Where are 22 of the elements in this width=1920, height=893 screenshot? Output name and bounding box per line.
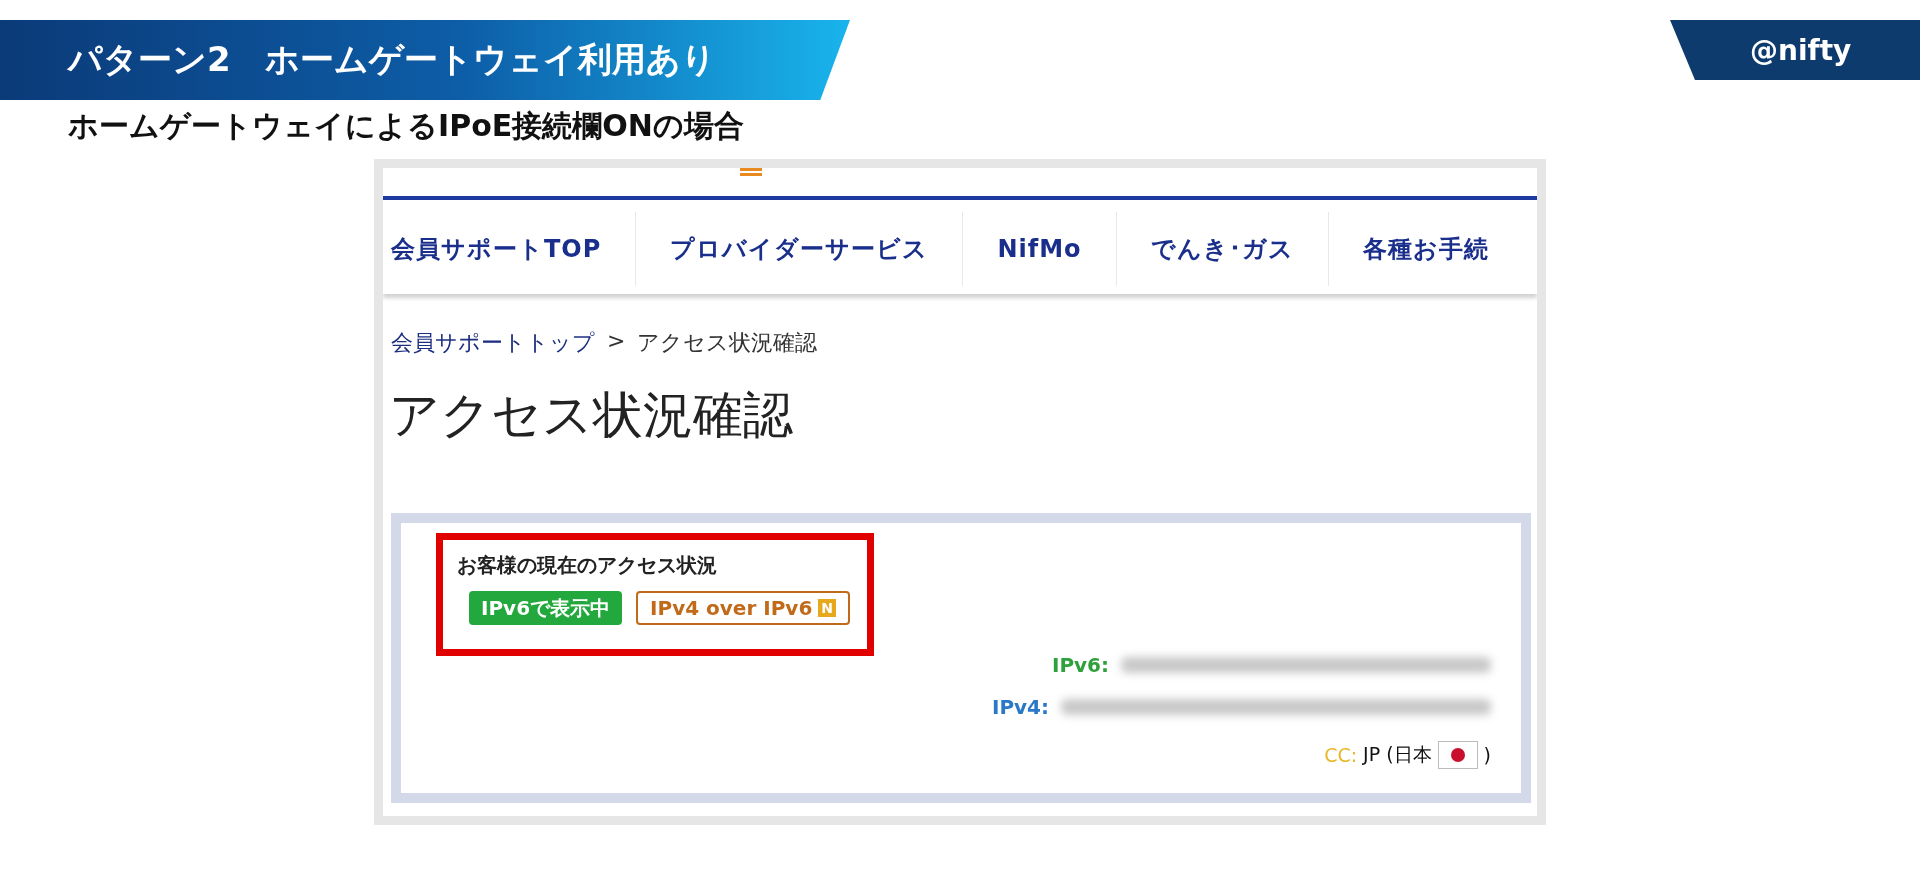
page-title: アクセス状況確認 [389, 385, 793, 446]
slide-title: パターン2 ホームゲートウェイ利用あり [0, 20, 850, 100]
country-label: CC: [1324, 744, 1358, 766]
slide-subtitle: ホームゲートウェイによるIPoE接続欄ONの場合 [68, 107, 744, 145]
ipv4-over-ipv6-badge: IPv4 over IPv6 N [636, 591, 851, 625]
ipv6-badge: IPv6で表示中 [469, 591, 623, 625]
nav-link[interactable]: 各種お手続 [1328, 212, 1523, 286]
breadcrumb-link[interactable]: 会員サポートトップ [391, 328, 595, 358]
nav-link[interactable]: NifMo [963, 212, 1117, 286]
status-heading: お客様の現在のアクセス状況 [457, 552, 717, 579]
flag-icon [1437, 741, 1478, 769]
breadcrumb-separator: > [607, 328, 626, 355]
address-label: IPv4: [991, 695, 1049, 719]
address-label: IPv6: [1051, 653, 1109, 677]
nav-link[interactable]: でんき･ガス [1116, 212, 1329, 286]
brand-label: @nifty [1670, 20, 1920, 80]
nav-link[interactable]: 会員サポートTOP [383, 212, 637, 286]
n-mark: N [818, 599, 837, 617]
country-value: JP (日本 [1363, 742, 1432, 767]
nav-link[interactable]: プロバイダーサービス [636, 212, 964, 286]
breadcrumb-current: アクセス状況確認 [637, 329, 818, 357]
country-close: ) [1483, 744, 1491, 766]
